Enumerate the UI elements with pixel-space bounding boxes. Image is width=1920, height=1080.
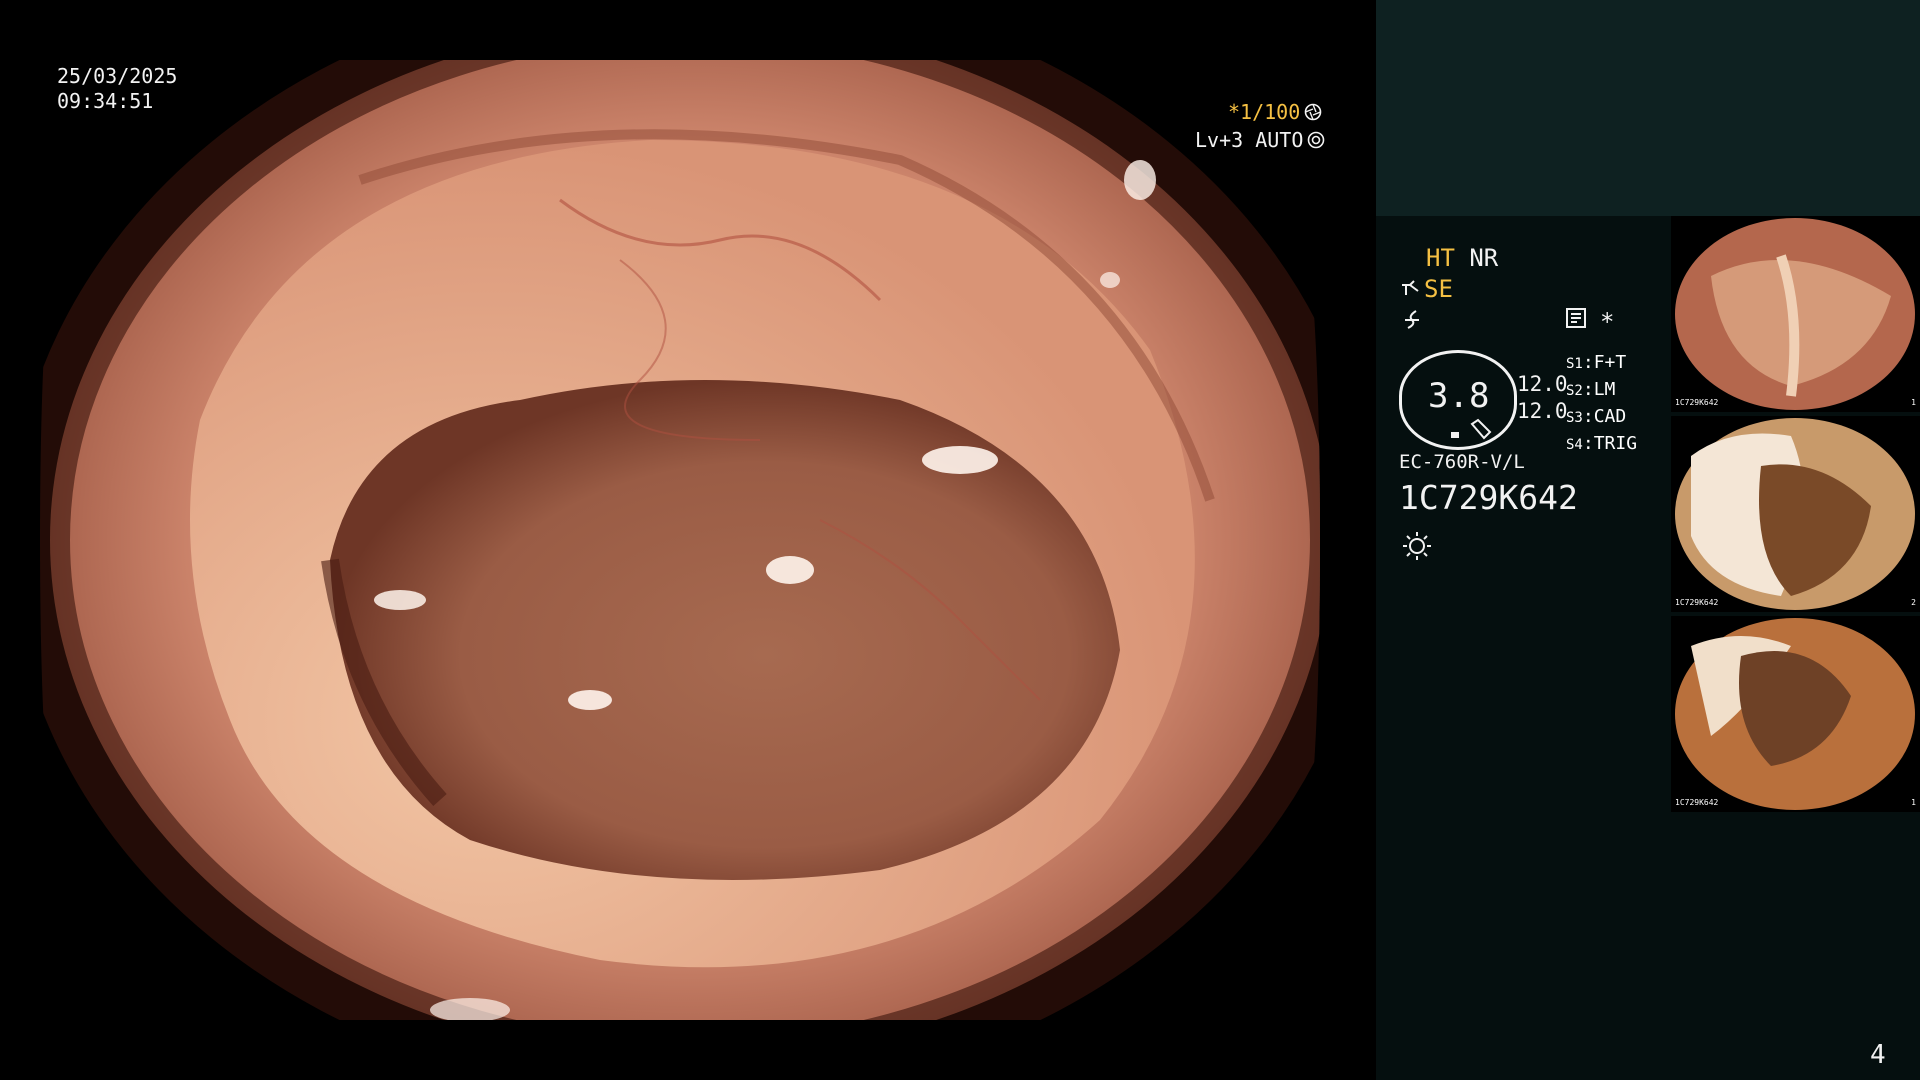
panel-header-area — [1376, 0, 1920, 216]
side-value-2: 12.0 — [1517, 399, 1568, 423]
date-label: 25/03/2025 — [57, 64, 178, 88]
endoscopic-image — [40, 60, 1320, 1020]
thumbnail-index: 2 — [1911, 598, 1916, 607]
endoscope-view: 25/03/2025 09:34:51 *1/100 Lv+3 AUTO — [0, 0, 1376, 1080]
thumbnail-1[interactable]: 1C729K642 1 — [1671, 216, 1920, 412]
thumbnail-label: 1C729K642 — [1675, 798, 1719, 807]
thumbnail-2[interactable]: 1C729K642 2 — [1671, 416, 1920, 612]
thumbnail-label: 1C729K642 — [1675, 598, 1719, 607]
asterisk-label: * — [1600, 308, 1615, 336]
thumbnail-index: 1 — [1911, 398, 1916, 407]
page-number: 4 — [1870, 1040, 1886, 1070]
switch-item: S1:F+T — [1566, 352, 1627, 373]
squiggle-icon — [1405, 310, 1419, 329]
switch-item: S3:CAD — [1566, 406, 1627, 427]
sun-icon — [1403, 532, 1431, 560]
auto-light-icon — [1308, 131, 1325, 149]
switch-item: S4:TRIG — [1566, 433, 1638, 454]
thumbnail-3[interactable]: 1C729K642 1 — [1671, 616, 1920, 812]
ring-marker — [1451, 432, 1459, 438]
scope-model: EC-760R-V/L — [1399, 451, 1525, 473]
ht-label: HT — [1426, 244, 1455, 272]
shutter-indicator: *1/100 — [1228, 100, 1322, 124]
light-level-indicator: Lv+3 AUTO — [1195, 128, 1325, 152]
side-value-1: 12.0 — [1517, 372, 1568, 396]
thumbnail-label: 1C729K642 — [1675, 398, 1719, 407]
light-level-label: Lv+3 AUTO — [1195, 128, 1304, 152]
aperture-icon — [1304, 103, 1322, 121]
image-mode-row: HT NR — [1426, 244, 1498, 272]
info-panel: HT NR SE * 3.8 12.0 12.0 S1:F+T S2:LM S3… — [1376, 0, 1920, 1080]
ring-value: 3.8 — [1428, 376, 1490, 416]
memo-icon — [1566, 308, 1586, 328]
thumbnail-index: 1 — [1911, 798, 1916, 807]
se-row: SE — [1400, 275, 1453, 303]
switch-item: S2:LM — [1566, 379, 1616, 400]
scope-serial: 1C729K642 — [1399, 478, 1578, 517]
ring-needle-icon — [1470, 418, 1492, 440]
se-label: SE — [1424, 275, 1453, 303]
shutter-label: *1/100 — [1228, 100, 1301, 124]
time-label: 09:34:51 — [57, 89, 154, 113]
nr-label: NR — [1469, 244, 1499, 272]
switch-list: S1:F+T S2:LM S3:CAD S4:TRIG — [1566, 350, 1637, 458]
scissors-icon — [1402, 280, 1419, 295]
